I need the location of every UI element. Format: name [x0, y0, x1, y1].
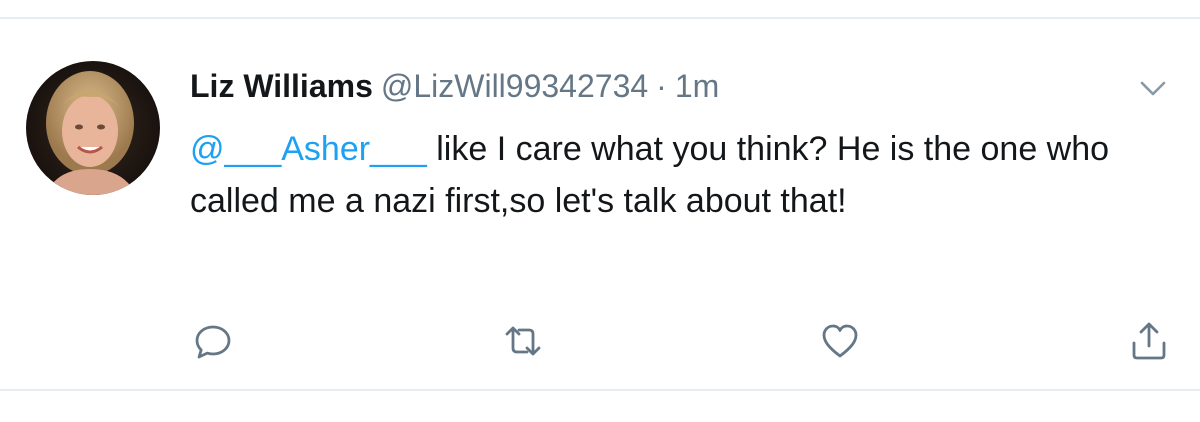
reply-button[interactable] [191, 319, 235, 363]
mention-link[interactable]: @___Asher___ [190, 130, 427, 168]
like-button[interactable] [818, 319, 862, 363]
separator: · [656, 68, 667, 104]
timestamp[interactable]: 1m [675, 68, 719, 104]
tweet-text: @___Asher___ like I care what you think?… [190, 123, 1150, 227]
chevron-down-icon[interactable] [1138, 73, 1168, 103]
user-handle[interactable]: @LizWill99342734 [381, 68, 648, 104]
avatar-image [26, 61, 160, 195]
retweet-icon [505, 326, 541, 356]
tweet-header: Liz Williams @LizWill99342734 · 1m [190, 66, 719, 106]
display-name[interactable]: Liz Williams [190, 68, 373, 104]
tweet[interactable]: Liz Williams @LizWill99342734 · 1m @___Ashe… [0, 19, 1200, 389]
share-button[interactable] [1127, 319, 1171, 363]
comment-bubble-icon [195, 325, 231, 359]
share-upload-icon [1132, 322, 1166, 360]
heart-icon [822, 324, 858, 358]
bottom-divider [0, 389, 1200, 391]
avatar[interactable] [26, 61, 160, 195]
retweet-button[interactable] [501, 319, 545, 363]
